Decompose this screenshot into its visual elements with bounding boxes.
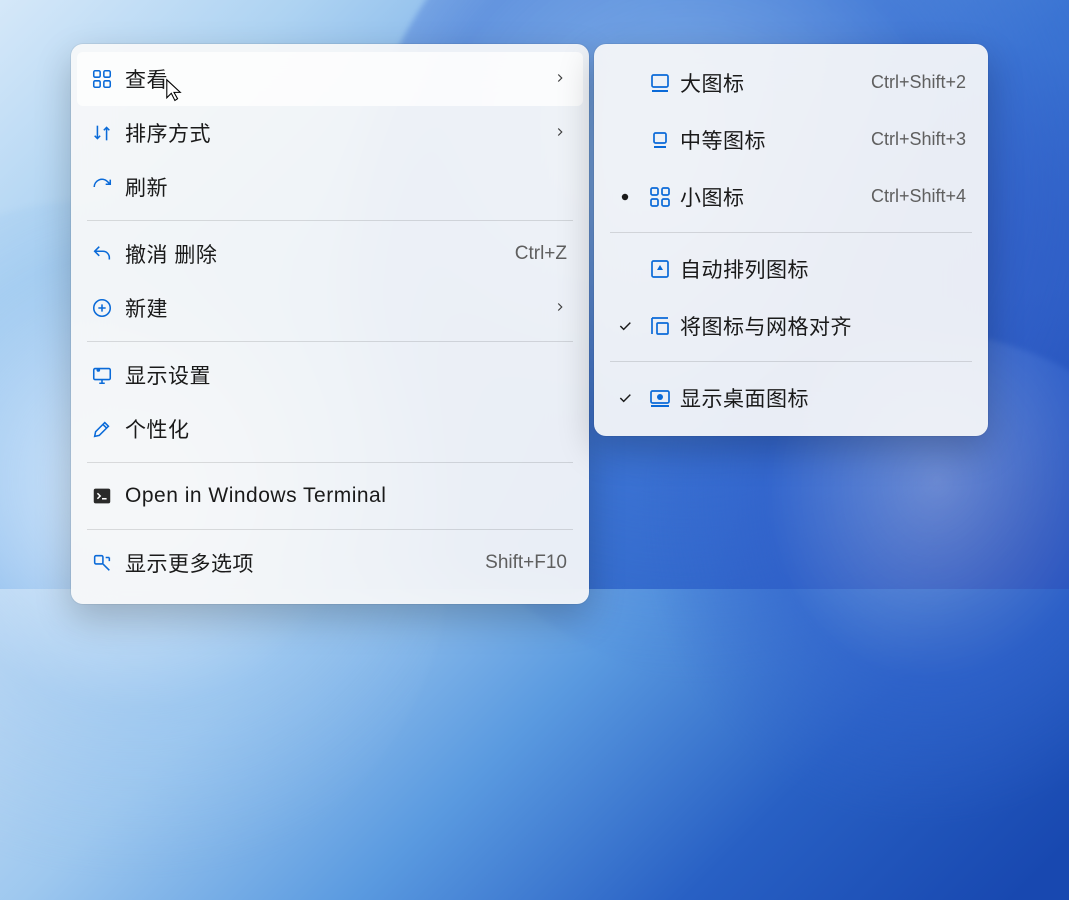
menu-label: 查看 bbox=[125, 64, 553, 94]
submenu-label: 小图标 bbox=[680, 182, 871, 212]
grid-icon bbox=[91, 68, 125, 90]
submenu-label: 显示桌面图标 bbox=[680, 383, 966, 413]
menu-item-new[interactable]: 新建 bbox=[77, 281, 583, 335]
chevron-right-icon bbox=[553, 296, 567, 320]
desktop-icons-icon bbox=[640, 386, 680, 410]
sort-icon bbox=[91, 122, 125, 144]
menu-label: 显示设置 bbox=[125, 360, 567, 390]
submenu-item-show-desktop-icons[interactable]: 显示桌面图标 bbox=[600, 369, 982, 426]
chevron-right-icon bbox=[553, 121, 567, 145]
menu-label: 显示更多选项 bbox=[125, 548, 485, 578]
menu-item-more-options[interactable]: 显示更多选项 Shift+F10 bbox=[77, 536, 583, 590]
submenu-item-auto-arrange[interactable]: 自动排列图标 bbox=[600, 240, 982, 297]
refresh-icon bbox=[91, 176, 125, 198]
submenu-item-large-icons[interactable]: 大图标 Ctrl+Shift+2 bbox=[600, 54, 982, 111]
submenu-item-align-grid[interactable]: 将图标与网格对齐 bbox=[600, 297, 982, 354]
large-icon-icon bbox=[640, 71, 680, 95]
plus-circle-icon bbox=[91, 297, 125, 319]
menu-item-sort[interactable]: 排序方式 bbox=[77, 106, 583, 160]
menu-label: 刷新 bbox=[125, 172, 567, 202]
paintbrush-icon bbox=[91, 418, 125, 440]
submenu-shortcut: Ctrl+Shift+2 bbox=[871, 72, 966, 93]
submenu-item-medium-icons[interactable]: 中等图标 Ctrl+Shift+3 bbox=[600, 111, 982, 168]
menu-shortcut: Ctrl+Z bbox=[515, 243, 567, 265]
menu-item-view[interactable]: 查看 bbox=[77, 52, 583, 106]
menu-item-undo[interactable]: 撤消 删除 Ctrl+Z bbox=[77, 227, 583, 281]
menu-separator bbox=[87, 341, 573, 342]
mouse-cursor-icon bbox=[165, 78, 183, 104]
display-settings-icon bbox=[91, 364, 125, 386]
menu-separator bbox=[610, 361, 972, 362]
small-icon-icon bbox=[640, 185, 680, 209]
menu-label: Open in Windows Terminal bbox=[125, 484, 567, 508]
radio-dot-icon bbox=[610, 193, 640, 201]
menu-shortcut: Shift+F10 bbox=[485, 552, 567, 574]
menu-separator bbox=[87, 462, 573, 463]
menu-label: 个性化 bbox=[125, 414, 567, 444]
terminal-icon bbox=[91, 485, 125, 507]
undo-icon bbox=[91, 243, 125, 265]
menu-item-refresh[interactable]: 刷新 bbox=[77, 160, 583, 214]
submenu-label: 将图标与网格对齐 bbox=[680, 311, 966, 341]
desktop-context-menu: 查看 排序方式 刷新 撤消 删除 bbox=[71, 44, 589, 604]
more-options-icon bbox=[91, 552, 125, 574]
submenu-label: 自动排列图标 bbox=[680, 254, 966, 284]
menu-separator bbox=[610, 232, 972, 233]
chevron-right-icon bbox=[553, 67, 567, 91]
auto-arrange-icon bbox=[640, 257, 680, 281]
submenu-shortcut: Ctrl+Shift+4 bbox=[871, 186, 966, 207]
check-icon bbox=[610, 390, 640, 406]
menu-separator bbox=[87, 220, 573, 221]
submenu-shortcut: Ctrl+Shift+3 bbox=[871, 129, 966, 150]
submenu-label: 中等图标 bbox=[680, 125, 871, 155]
menu-label: 新建 bbox=[125, 293, 553, 323]
menu-label: 排序方式 bbox=[125, 118, 553, 148]
menu-separator bbox=[87, 529, 573, 530]
submenu-item-small-icons[interactable]: 小图标 Ctrl+Shift+4 bbox=[600, 168, 982, 225]
medium-icon-icon bbox=[640, 128, 680, 152]
menu-item-display-settings[interactable]: 显示设置 bbox=[77, 348, 583, 402]
check-icon bbox=[610, 318, 640, 334]
menu-label: 撤消 删除 bbox=[125, 239, 515, 269]
menu-item-terminal[interactable]: Open in Windows Terminal bbox=[77, 469, 583, 523]
view-submenu: 大图标 Ctrl+Shift+2 中等图标 Ctrl+Shift+3 小图标 C… bbox=[594, 44, 988, 436]
align-grid-icon bbox=[640, 314, 680, 338]
submenu-label: 大图标 bbox=[680, 68, 871, 98]
menu-item-personalize[interactable]: 个性化 bbox=[77, 402, 583, 456]
